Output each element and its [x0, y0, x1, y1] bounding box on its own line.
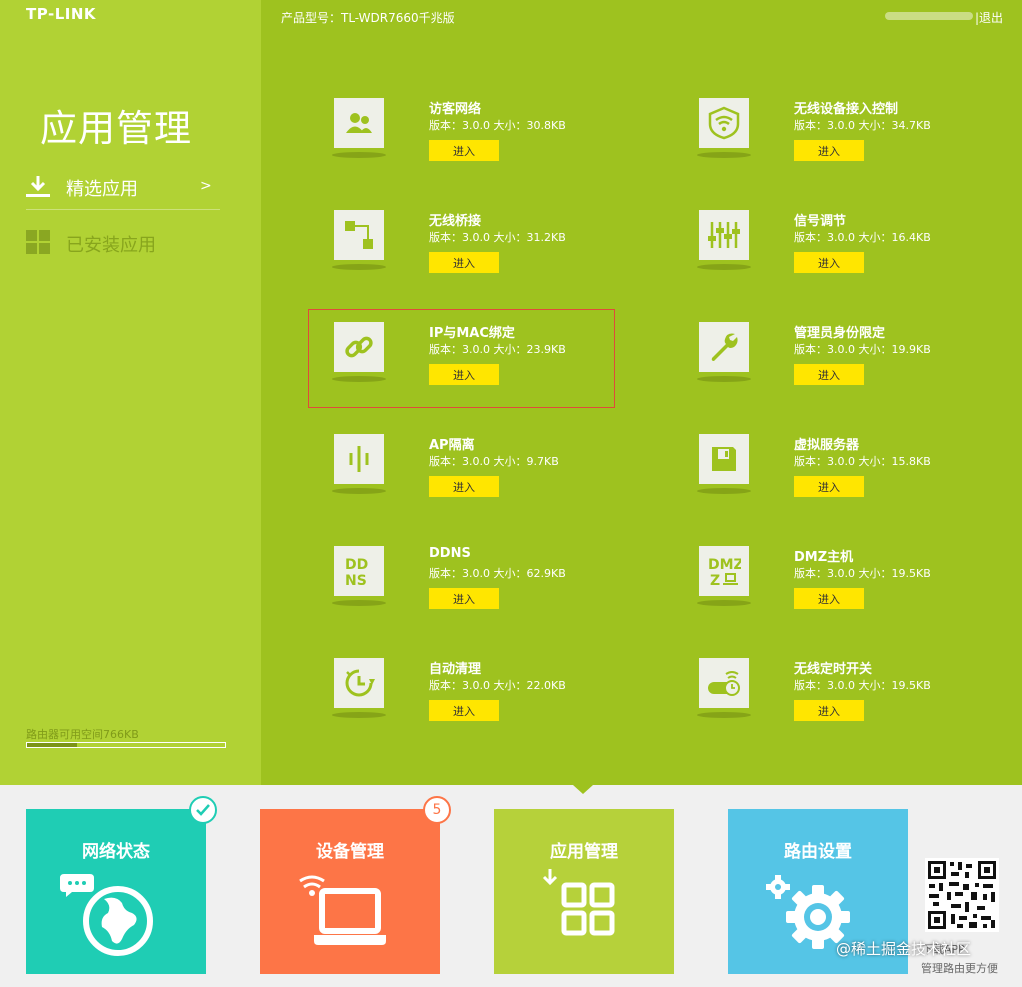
svg-text:DMZ: DMZ: [708, 557, 741, 573]
tile-title: 设备管理: [316, 842, 384, 862]
logout-link[interactable]: |退出: [975, 9, 1003, 26]
bridge-icon: [334, 210, 384, 260]
wrench-icon: [699, 322, 749, 372]
active-tab-pointer: [573, 785, 593, 794]
notification-badge: 5: [423, 796, 451, 824]
clock-refresh-icon: [334, 658, 384, 708]
globe-chat-icon: [60, 874, 153, 956]
app-name: DMZ主机: [794, 550, 854, 565]
watermark: @稀土掘金技术社区: [836, 940, 972, 958]
app-name: 无线定时开关: [794, 662, 873, 677]
app-meta: 版本：3.0.0 大小：31.2KB: [429, 231, 566, 244]
app-meta: 版本：3.0.0 大小：16.4KB: [794, 231, 931, 244]
app-name: AP隔离: [429, 438, 475, 453]
app-name: IP与MAC绑定: [429, 326, 515, 341]
app-meta: 版本：3.0.0 大小：15.8KB: [794, 455, 931, 468]
chevron-right-icon: >: [200, 178, 212, 194]
sidebar-item-label: 已安装应用: [66, 235, 156, 256]
dmz-icon: DMZ Z: [699, 546, 749, 596]
app-name: 自动清理: [429, 662, 482, 677]
app-card: 信号调节 版本：3.0.0 大小：16.4KB 进入: [697, 210, 999, 300]
grid-icon: [26, 230, 50, 254]
enter-button[interactable]: 进入: [429, 700, 499, 721]
app-meta: 版本：3.0.0 大小：23.9KB: [429, 343, 566, 356]
enter-button[interactable]: 进入: [429, 364, 499, 385]
app-name: 无线桥接: [429, 214, 482, 229]
svg-text:Z: Z: [710, 573, 720, 588]
qr-subcaption: 管理路由更方便: [921, 962, 998, 975]
app-meta: 版本：3.0.0 大小：19.5KB: [794, 567, 931, 580]
app-meta: 版本：3.0.0 大小：19.9KB: [794, 343, 931, 356]
app-card: 无线设备接入控制 版本：3.0.0 大小：34.7KB 进入: [697, 98, 999, 188]
app-name: 虚拟服务器: [794, 438, 860, 453]
enter-button[interactable]: 进入: [794, 476, 864, 497]
tile-app-management[interactable]: 应用管理: [494, 809, 674, 974]
app-card: 无线桥接 版本：3.0.0 大小：31.2KB 进入: [332, 210, 634, 300]
app-card: 无线定时开关 版本：3.0.0 大小：19.5KB 进入: [697, 658, 999, 748]
floppy-icon: [699, 434, 749, 484]
tile-network-status[interactable]: 网络状态: [26, 809, 206, 974]
app-meta: 版本：3.0.0 大小：19.5KB: [794, 679, 931, 692]
app-meta: 版本：3.0.0 大小：34.7KB: [794, 119, 931, 132]
svg-text:NS: NS: [345, 573, 367, 588]
sidebar-item-installed-apps[interactable]: 已安装应用: [26, 224, 220, 266]
app-name: 管理员身份限定: [794, 326, 886, 341]
app-card: 访客网络 版本：3.0.0 大小：30.8KB 进入: [332, 98, 634, 188]
enter-button[interactable]: 进入: [429, 588, 499, 609]
enter-button[interactable]: 进入: [794, 364, 864, 385]
storage-label: 路由器可用空间766KB: [26, 728, 139, 741]
sidebar-item-label: 精选应用: [66, 179, 138, 200]
app-name: 信号调节: [794, 214, 847, 229]
storage-progress-bar: [26, 742, 226, 748]
tile-device-management[interactable]: 设备管理: [260, 809, 440, 974]
app-name: 访客网络: [429, 102, 482, 117]
username-blurred: [885, 12, 973, 20]
check-icon: [189, 796, 217, 824]
app-card: DD NS DDNS 版本：3.0.0 大小：62.9KB 进入: [332, 546, 634, 636]
app-name: DDNS: [429, 546, 471, 561]
app-card: IP与MAC绑定 版本：3.0.0 大小：23.9KB 进入: [332, 322, 634, 412]
isolation-icon: [334, 434, 384, 484]
enter-button[interactable]: 进入: [429, 140, 499, 161]
app-name: 无线设备接入控制: [794, 102, 899, 117]
laptop-wifi-icon: [299, 875, 386, 945]
ddns-icon: DD NS: [334, 546, 384, 596]
svg-text:DD: DD: [345, 557, 368, 573]
app-card: 管理员身份限定 版本：3.0.0 大小：19.9KB 进入: [697, 322, 999, 412]
enter-button[interactable]: 进入: [794, 140, 864, 161]
tile-title: 网络状态: [82, 842, 150, 862]
apps-grid-icon: [542, 869, 615, 936]
app-meta: 版本：3.0.0 大小：30.8KB: [429, 119, 566, 132]
page-title: 应用管理: [40, 107, 192, 150]
tp-link-logo: TP-LINK: [26, 5, 97, 23]
wifi-timer-toggle-icon: [699, 658, 749, 708]
app-meta: 版本：3.0.0 大小：62.9KB: [429, 567, 566, 580]
storage-progress-fill: [27, 743, 77, 747]
app-card: DMZ Z DMZ主机 版本：3.0.0 大小：19.5KB 进入: [697, 546, 999, 636]
enter-button[interactable]: 进入: [429, 252, 499, 273]
download-icon: [26, 176, 50, 197]
app-card: 自动清理 版本：3.0.0 大小：22.0KB 进入: [332, 658, 634, 748]
sliders-icon: [699, 210, 749, 260]
product-model: 产品型号：TL-WDR7660千兆版: [281, 11, 455, 25]
link-icon: [334, 322, 384, 372]
enter-button[interactable]: 进入: [794, 252, 864, 273]
wifi-shield-icon: [699, 98, 749, 148]
enter-button[interactable]: 进入: [429, 476, 499, 497]
sidebar-item-featured-apps[interactable]: 精选应用 >: [26, 168, 220, 210]
app-card: AP隔离 版本：3.0.0 大小：9.7KB 进入: [332, 434, 634, 524]
tile-title: 路由设置: [784, 842, 852, 862]
app-card: 虚拟服务器 版本：3.0.0 大小：15.8KB 进入: [697, 434, 999, 524]
enter-button[interactable]: 进入: [794, 588, 864, 609]
app-meta: 版本：3.0.0 大小：9.7KB: [429, 455, 559, 468]
tile-title: 应用管理: [550, 842, 618, 862]
app-meta: 版本：3.0.0 大小：22.0KB: [429, 679, 566, 692]
enter-button[interactable]: 进入: [794, 700, 864, 721]
qr-code: [925, 858, 999, 932]
guest-users-icon: [334, 98, 384, 148]
